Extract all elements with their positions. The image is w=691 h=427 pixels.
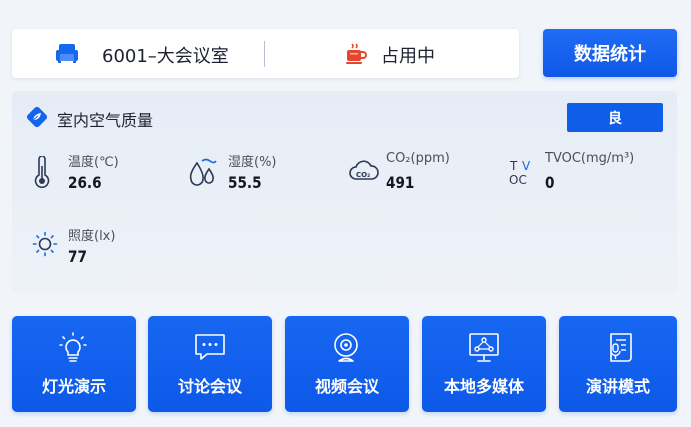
webcam-icon (331, 332, 361, 368)
metric-value: 55.5 (228, 173, 262, 192)
air-quality-grade-badge: 良 (567, 103, 663, 132)
metric-label: 照度(lx) (68, 229, 116, 244)
mode-label: 演讲模式 (585, 377, 650, 396)
svg-text:V: V (522, 159, 531, 173)
mode-lighting-demo-button[interactable]: 灯光演示 (12, 316, 136, 412)
sun-icon (32, 231, 58, 261)
svg-text:OC: OC (509, 173, 527, 187)
metric-value: 77 (68, 247, 87, 266)
mode-video-conference-button[interactable]: 视频会议 (285, 316, 409, 412)
mode-label: 灯光演示 (41, 377, 106, 396)
thermometer-icon (32, 155, 52, 194)
co2-icon: CO₂ (348, 159, 380, 189)
coffee-cup-icon (345, 43, 367, 69)
svg-text:T: T (509, 159, 518, 173)
mode-local-multimedia-button[interactable]: 本地多媒体 (422, 316, 546, 412)
metric-value: 26.6 (68, 173, 102, 192)
tvoc-icon: T V OC (509, 157, 535, 191)
mode-label: 本地多媒体 (443, 377, 524, 396)
divider (264, 41, 265, 67)
svg-text:CO₂: CO₂ (356, 171, 370, 179)
mode-speech-button[interactable]: 演讲模式 (559, 316, 677, 412)
mode-buttons: 灯光演示 讨论会议 视频会议 本地多媒体 演讲模式 (12, 316, 677, 412)
room-status-bar: 6001–大会议室 占用中 (12, 29, 519, 78)
lightbulb-icon (58, 332, 88, 368)
mode-label: 视频会议 (314, 377, 379, 396)
data-statistics-button[interactable]: 数据统计 (543, 29, 677, 77)
mode-label: 讨论会议 (177, 377, 242, 396)
humidity-icon (188, 157, 218, 191)
metric-label: CO₂(ppm) (386, 151, 450, 166)
metric-label: TVOC(mg/m³) (545, 151, 635, 166)
leaf-icon (25, 105, 49, 133)
chat-icon (194, 332, 226, 366)
multimedia-icon (468, 332, 500, 368)
metric-value: 491 (386, 173, 415, 192)
metric-label: 湿度(%) (228, 155, 277, 170)
metric-value: 0 (545, 173, 555, 192)
air-quality-panel: 室内空气质量 良 温度(℃) 26.6 湿度(%) 55.5 CO₂ CO₂(p… (12, 91, 677, 293)
status-text: 占用中 (381, 46, 435, 67)
metric-label: 温度(℃) (68, 155, 119, 170)
air-quality-title: 室内空气质量 (57, 111, 154, 130)
room-name: 6001–大会议室 (102, 46, 229, 67)
speech-icon (605, 332, 635, 368)
sofa-icon (56, 44, 78, 67)
mode-discussion-button[interactable]: 讨论会议 (148, 316, 272, 412)
